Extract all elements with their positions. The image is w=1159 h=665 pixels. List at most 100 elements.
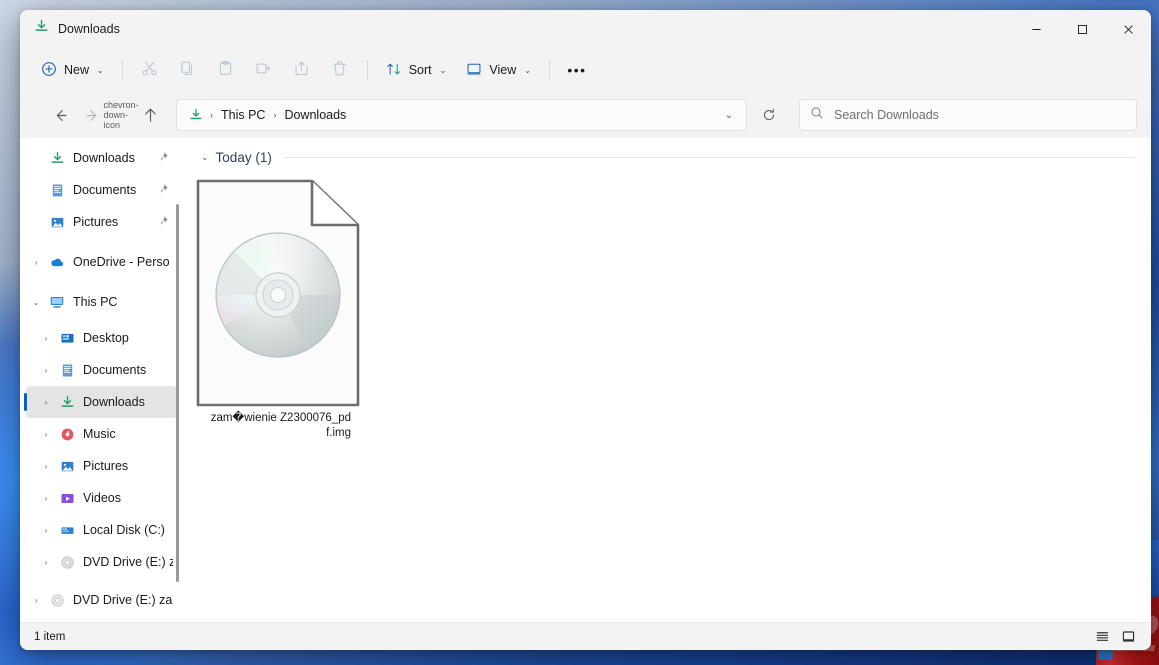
- sort-arrows-icon: [386, 61, 402, 80]
- paste-button[interactable]: [208, 54, 244, 86]
- search-input[interactable]: Search Downloads: [834, 108, 939, 122]
- documents-icon: [46, 183, 68, 198]
- sidebar-item-pictures-pinned[interactable]: › Pictures: [26, 206, 177, 238]
- pin-icon[interactable]: [157, 183, 173, 197]
- close-button[interactable]: [1105, 10, 1151, 48]
- breadcrumb-item-this-pc[interactable]: This PC: [216, 105, 270, 125]
- search-box[interactable]: Search Downloads: [799, 99, 1137, 131]
- toolbar-separator: [121, 60, 123, 80]
- view-button[interactable]: View ⌄: [457, 54, 540, 86]
- sidebar-item-label: Music: [83, 427, 116, 441]
- expander-icon[interactable]: ›: [26, 258, 46, 267]
- file-tile[interactable]: zam�wienie Z2300076_pdf.img: [196, 173, 360, 447]
- sidebar-item-label: Downloads: [83, 395, 145, 409]
- monitor-icon: [466, 61, 482, 80]
- desktop-icon: [56, 331, 78, 346]
- address-bar[interactable]: › This PC › Downloads ⌄: [176, 99, 747, 131]
- sidebar-item-local-disk-c[interactable]: › Local Disk (C:): [26, 514, 177, 546]
- list-view-icon[interactable]: [1089, 626, 1115, 648]
- title-bar-left: Downloads: [20, 10, 120, 48]
- more-options-button[interactable]: •••: [559, 54, 595, 86]
- pin-icon[interactable]: [157, 151, 173, 165]
- window-body: › Downloads › Documents: [20, 138, 1151, 622]
- downloads-icon: [46, 151, 68, 166]
- group-header-label: Today (1): [215, 150, 272, 165]
- sidebar-item-documents-pinned[interactable]: › Documents: [26, 174, 177, 206]
- sidebar-item-onedrive[interactable]: › OneDrive - Perso: [26, 246, 177, 278]
- plus-circle-icon: [41, 61, 57, 80]
- chevron-down-icon: ⌄: [524, 65, 531, 75]
- pictures-icon: [56, 459, 78, 474]
- sidebar-item-this-pc[interactable]: ⌄ This PC: [26, 286, 177, 318]
- sidebar-item-label: This PC: [73, 295, 118, 309]
- sort-button[interactable]: Sort ⌄: [377, 54, 456, 86]
- file-explorer-window: Downloads New ⌄ Sort ⌄ View ⌄ ••• chevro…: [20, 10, 1151, 650]
- expander-icon[interactable]: ›: [36, 558, 56, 567]
- item-count-label: 1 item: [34, 630, 66, 643]
- address-bar-dropdown-button[interactable]: ⌄: [716, 102, 742, 128]
- file-tile-label: zam�wienie Z2300076_pdf.img: [205, 411, 351, 441]
- new-button[interactable]: New ⌄: [32, 54, 113, 86]
- share-button[interactable]: [284, 54, 320, 86]
- refresh-button[interactable]: [753, 99, 785, 131]
- videos-icon: [56, 491, 78, 506]
- sidebar-item-label: DVD Drive (E:) za: [73, 593, 173, 607]
- sidebar-scrollbar[interactable]: [176, 204, 179, 582]
- sidebar-item-dvd-drive-e-1[interactable]: › DVD Drive (E:) z: [26, 546, 177, 578]
- downloads-icon: [187, 108, 207, 122]
- sort-button-label: Sort: [408, 63, 432, 77]
- sidebar-item-documents[interactable]: › Documents: [26, 354, 177, 386]
- delete-button[interactable]: [322, 54, 358, 86]
- music-icon: [56, 427, 78, 442]
- large-icons-view-icon[interactable]: [1115, 626, 1141, 648]
- breadcrumb-item-downloads[interactable]: Downloads: [279, 105, 351, 125]
- breadcrumb-separator-2: ›: [273, 110, 277, 120]
- sidebar-item-label: Videos: [83, 491, 121, 505]
- window-title: Downloads: [58, 22, 120, 36]
- sidebar-item-pictures[interactable]: › Pictures: [26, 450, 177, 482]
- expander-icon[interactable]: ⌄: [26, 298, 46, 307]
- group-header-divider: [284, 157, 1135, 158]
- view-button-label: View: [489, 63, 517, 77]
- sidebar-item-label: Pictures: [73, 215, 119, 229]
- disc-icon: [56, 555, 78, 570]
- copy-button[interactable]: [170, 54, 206, 86]
- expander-icon[interactable]: ›: [36, 494, 56, 503]
- address-bar-row: chevron-down-icon › This PC › Downloads …: [20, 92, 1151, 138]
- sidebar-item-videos[interactable]: › Videos: [26, 482, 177, 514]
- sidebar-item-music[interactable]: › Music: [26, 418, 177, 450]
- expander-icon[interactable]: ›: [36, 398, 56, 407]
- expander-icon[interactable]: ›: [36, 430, 56, 439]
- sidebar-item-label: DVD Drive (E:) z: [83, 555, 173, 569]
- sidebar-item-dvd-drive-e-2[interactable]: › DVD Drive (E:) za: [26, 584, 177, 616]
- minimize-button[interactable]: [1013, 10, 1059, 48]
- group-header-today[interactable]: ⌄ Today (1): [201, 150, 1151, 165]
- cut-button[interactable]: [132, 54, 168, 86]
- maximize-button[interactable]: [1059, 10, 1105, 48]
- sidebar-item-label: OneDrive - Perso: [73, 255, 170, 269]
- sidebar-item-label: Desktop: [83, 331, 129, 345]
- sidebar-item-downloads[interactable]: › Downloads: [24, 386, 177, 418]
- expander-icon[interactable]: ›: [36, 366, 56, 375]
- expander-icon[interactable]: ›: [36, 462, 56, 471]
- sidebar-item-label: Downloads: [73, 151, 135, 165]
- sidebar-item-label: Local Disk (C:): [83, 523, 165, 537]
- sidebar-item-desktop[interactable]: › Desktop: [26, 322, 177, 354]
- disc-image-file-icon: [194, 177, 362, 409]
- status-bar: 1 item: [20, 622, 1151, 650]
- rename-button[interactable]: [246, 54, 282, 86]
- file-name-line-2: .img: [329, 427, 351, 439]
- pictures-icon: [46, 215, 68, 230]
- sidebar-item-downloads-pinned[interactable]: › Downloads: [26, 142, 177, 174]
- expander-icon[interactable]: ›: [26, 596, 46, 605]
- expander-icon[interactable]: ›: [36, 526, 56, 535]
- expander-icon[interactable]: ›: [36, 334, 56, 343]
- back-button[interactable]: [44, 99, 76, 131]
- chevron-down-icon[interactable]: ⌄: [201, 152, 209, 163]
- up-button[interactable]: [134, 99, 166, 131]
- sidebar-item-label: Pictures: [83, 459, 129, 473]
- sidebar-item-label: Documents: [83, 363, 147, 377]
- recent-locations-button[interactable]: chevron-down-icon: [104, 99, 139, 131]
- pin-icon[interactable]: [157, 215, 173, 229]
- file-list-area[interactable]: ⌄ Today (1) zam�wienie Z2300076_pdf.img: [183, 138, 1151, 622]
